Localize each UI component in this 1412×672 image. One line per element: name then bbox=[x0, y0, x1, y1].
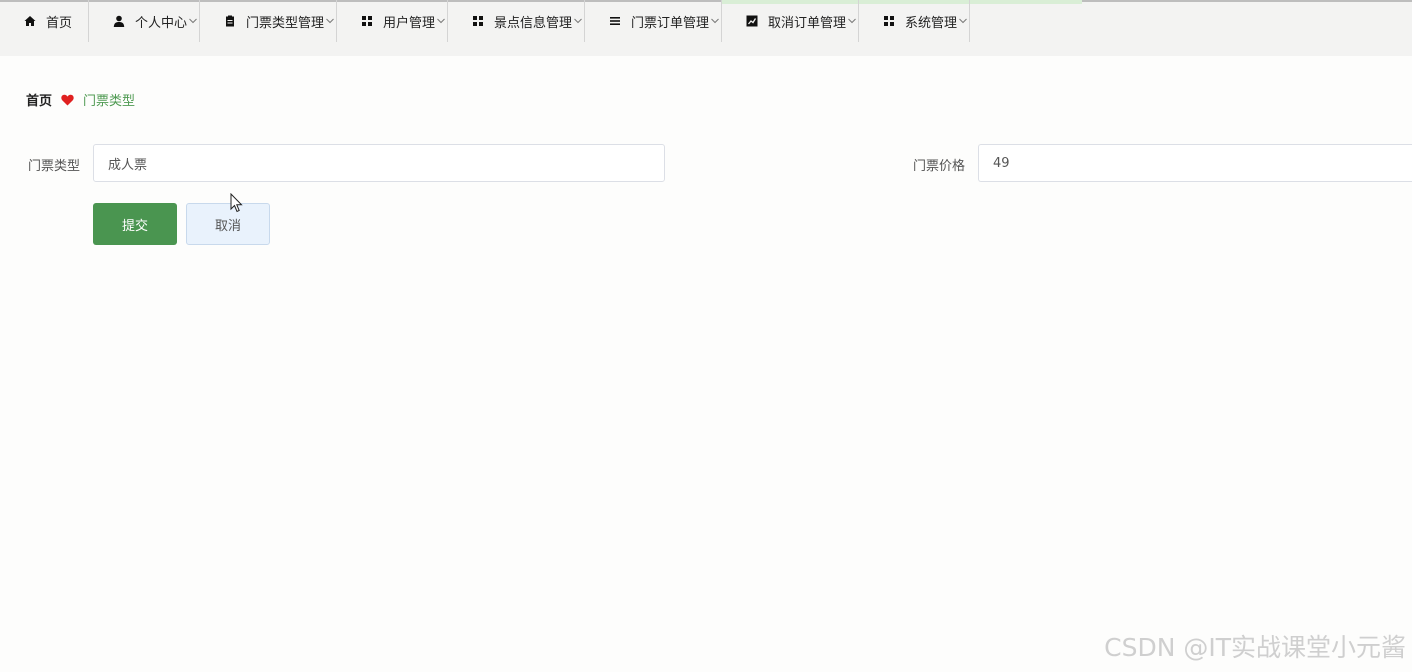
cancel-button[interactable]: 取消 bbox=[186, 203, 270, 245]
chevron-down-icon bbox=[189, 18, 197, 24]
grid-icon bbox=[361, 15, 373, 27]
clipboard-icon bbox=[224, 15, 236, 27]
ticket-type-label: 门票类型 bbox=[28, 159, 81, 174]
ticket-price-value: 49 bbox=[993, 155, 1010, 171]
breadcrumb-home[interactable]: 首页 bbox=[26, 90, 52, 109]
nav-item-label: 景点信息管理 bbox=[494, 15, 573, 31]
chevron-down-icon bbox=[326, 18, 334, 24]
nav-item-user-management[interactable]: 用户管理 bbox=[337, 0, 448, 42]
breadcrumb: 首页 门票类型 bbox=[26, 90, 135, 109]
mouse-cursor-icon bbox=[230, 192, 244, 217]
user-icon bbox=[113, 15, 125, 27]
nav-item-scenic-info-management[interactable]: 景点信息管理 bbox=[448, 0, 585, 42]
heart-icon bbox=[61, 94, 74, 106]
list-icon bbox=[609, 15, 621, 27]
nav-item-ticket-order-management[interactable]: 门票订单管理 bbox=[585, 0, 722, 42]
watermark: CSDN @IT实战课堂小元酱 bbox=[1104, 633, 1406, 662]
ticket-price-label: 门票价格 bbox=[913, 159, 966, 174]
nav-item-label: 用户管理 bbox=[383, 15, 436, 31]
nav-item-ticket-type-management[interactable]: 门票类型管理 bbox=[200, 0, 337, 42]
chevron-down-icon bbox=[959, 18, 967, 24]
chevron-down-icon bbox=[711, 18, 719, 24]
main-nav: 首页 个人中心 门票类型管理 用户管理 景点信息管理 门票订单管理 取消订单管理… bbox=[0, 0, 970, 42]
nav-item-cancel-order-management[interactable]: 取消订单管理 bbox=[722, 0, 859, 42]
ticket-type-value: 成人票 bbox=[108, 157, 148, 173]
nav-item-label: 门票订单管理 bbox=[631, 15, 710, 31]
nav-item-label: 取消订单管理 bbox=[768, 15, 847, 31]
home-icon bbox=[24, 15, 36, 27]
nav-item-system-management[interactable]: 系统管理 bbox=[859, 0, 970, 42]
chevron-down-icon bbox=[437, 18, 445, 24]
grid-icon bbox=[883, 15, 895, 27]
nav-item-label: 门票类型管理 bbox=[246, 15, 325, 31]
breadcrumb-current: 门票类型 bbox=[83, 94, 136, 109]
nav-item-label: 个人中心 bbox=[135, 15, 188, 31]
chevron-down-icon bbox=[848, 18, 856, 24]
nav-item-personal-center[interactable]: 个人中心 bbox=[89, 0, 200, 42]
nav-item-label: 系统管理 bbox=[905, 15, 958, 31]
ticket-type-input[interactable]: 成人票 bbox=[93, 144, 665, 182]
grid-icon bbox=[472, 15, 484, 27]
nav-item-home[interactable]: 首页 bbox=[0, 0, 89, 42]
submit-button[interactable]: 提交 bbox=[93, 203, 177, 245]
nav-item-label: 首页 bbox=[46, 15, 73, 31]
chart-icon bbox=[746, 15, 758, 27]
chevron-down-icon bbox=[574, 18, 582, 24]
ticket-price-input[interactable]: 49 bbox=[978, 144, 1412, 182]
top-navbar: 首页 个人中心 门票类型管理 用户管理 景点信息管理 门票订单管理 取消订单管理… bbox=[0, 0, 1412, 56]
